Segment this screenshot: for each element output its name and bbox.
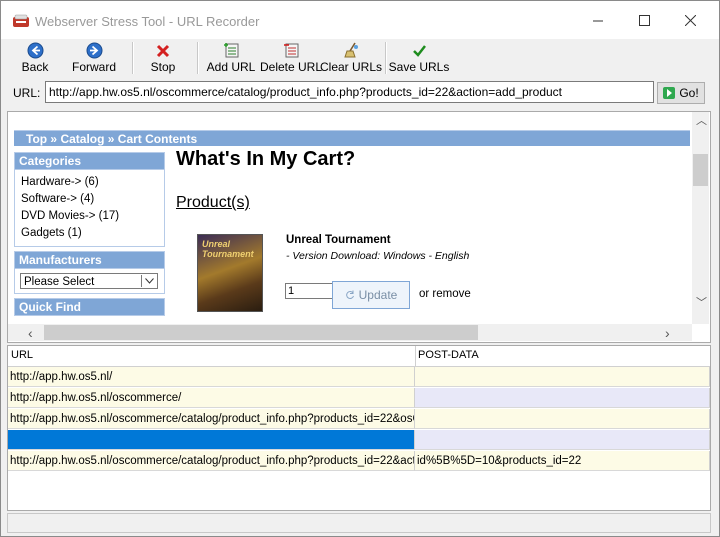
go-label: Go! <box>679 86 699 100</box>
url-cell[interactable] <box>8 430 415 450</box>
save-urls-button[interactable]: Save URLs <box>389 41 449 75</box>
save-urls-label: Save URLs <box>388 60 450 74</box>
column-divider[interactable] <box>415 346 416 366</box>
horizontal-scroll-thumb[interactable] <box>44 325 478 340</box>
post-data-cell[interactable] <box>415 409 710 429</box>
scroll-left-icon[interactable]: ‹ <box>28 325 33 341</box>
toolbar-separator <box>385 42 387 74</box>
url-cell[interactable]: http://app.hw.os5.nl/oscommerce/catalog/… <box>8 451 415 471</box>
address-bar: URL: Go! <box>1 77 719 107</box>
update-label: Update <box>358 288 398 302</box>
vertical-scrollbar[interactable]: ︿ ﹀ <box>692 112 709 324</box>
title-bar: Webserver Stress Tool - URL Recorder <box>1 1 719 39</box>
minimize-button[interactable] <box>575 1 621 39</box>
clear-urls-label: Clear URLs <box>320 60 383 74</box>
url-grid: URL POST-DATA http://app.hw.os5.nl/http:… <box>7 345 711 511</box>
url-label: URL: <box>13 86 41 100</box>
delete-url-label: Delete URL <box>259 60 323 74</box>
maximize-icon <box>638 14 650 26</box>
manufacturers-box: Please Select <box>14 269 165 294</box>
table-row[interactable]: http://app.hw.os5.nl/oscommerce/ <box>8 388 710 408</box>
table-row[interactable]: http://app.hw.os5.nl/oscommerce/catalog/… <box>8 451 710 471</box>
close-button[interactable] <box>667 1 713 39</box>
quick-find-header: Quick Find <box>14 298 165 316</box>
stop-button[interactable]: Stop <box>147 41 179 75</box>
breadcrumb[interactable]: Top » Catalog » Cart Contents <box>14 130 690 146</box>
maximize-button[interactable] <box>621 1 667 39</box>
go-play-icon <box>663 87 676 99</box>
forward-label: Forward <box>71 60 116 74</box>
scroll-down-icon[interactable]: ﹀ <box>696 294 707 310</box>
post-data-cell[interactable] <box>415 430 710 450</box>
back-button[interactable]: Back <box>15 41 55 75</box>
horizontal-scrollbar[interactable]: ‹ › <box>8 324 692 341</box>
url-cell[interactable]: http://app.hw.os5.nl/oscommerce/ <box>8 388 415 408</box>
post-data-cell[interactable] <box>415 388 710 408</box>
forward-button[interactable]: Forward <box>71 41 117 75</box>
browser-pane: Top » Catalog » Cart Contents Categories… <box>7 111 711 343</box>
post-data-cell[interactable] <box>415 367 710 387</box>
product-attribute: - Version Download: Windows - English <box>286 250 470 262</box>
scroll-up-icon[interactable]: ︿ <box>696 112 707 128</box>
url-input[interactable] <box>45 81 654 103</box>
add-url-label: Add URL <box>206 60 256 74</box>
checkmark-icon <box>412 45 426 57</box>
close-icon <box>684 14 696 26</box>
left-column: Categories Hardware-> (6) Software-> (4)… <box>14 152 165 316</box>
url-cell[interactable]: http://app.hw.os5.nl/ <box>8 367 415 387</box>
categories-list: Hardware-> (6) Software-> (4) DVD Movies… <box>14 170 165 247</box>
column-header-post-data[interactable]: POST-DATA <box>418 349 479 361</box>
products-subheading: Product(s) <box>176 194 250 211</box>
window-title: Webserver Stress Tool - URL Recorder <box>35 14 260 29</box>
column-header-url[interactable]: URL <box>11 349 33 361</box>
product-image-text: Unreal Tournament <box>202 239 254 259</box>
url-cell[interactable]: http://app.hw.os5.nl/oscommerce/catalog/… <box>8 409 415 429</box>
stop-label: Stop <box>150 60 176 74</box>
delete-url-button[interactable]: Delete URL <box>259 41 323 75</box>
table-row[interactable]: http://app.hw.os5.nl/oscommerce/catalog/… <box>8 409 710 429</box>
clear-urls-button[interactable]: Clear URLs <box>320 41 383 75</box>
delete-url-icon <box>283 43 298 58</box>
app-icon <box>13 14 29 27</box>
vertical-scroll-thumb[interactable] <box>693 154 708 186</box>
broom-icon <box>343 42 358 58</box>
toolbar-separator <box>197 42 199 74</box>
category-link[interactable]: Gadgets (1) <box>21 225 158 242</box>
manufacturers-select-value: Please Select <box>24 276 95 288</box>
category-link[interactable]: Software-> (4) <box>21 191 158 208</box>
add-url-button[interactable]: Add URL <box>206 41 256 75</box>
toolbar: Back Forward Stop Add URL Delete URL Cle… <box>1 39 719 77</box>
product-image[interactable]: Unreal Tournament <box>197 234 263 312</box>
main-window: Webserver Stress Tool - URL Recorder Bac… <box>0 0 720 537</box>
table-row[interactable]: http://app.hw.os5.nl/ <box>8 367 710 387</box>
toolbar-separator <box>132 42 134 74</box>
status-bar <box>7 513 711 533</box>
web-page: Top » Catalog » Cart Contents Categories… <box>8 112 692 324</box>
update-button[interactable]: Update <box>332 281 410 309</box>
categories-header: Categories <box>14 152 165 170</box>
page-heading: What's In My Cart? <box>176 148 356 170</box>
grid-header: URL POST-DATA <box>8 346 710 367</box>
or-remove-label: or remove <box>419 288 471 300</box>
forward-arrow-icon <box>86 42 102 59</box>
scroll-right-icon[interactable]: › <box>665 325 670 341</box>
back-arrow-icon <box>27 42 43 59</box>
quantity-input[interactable]: 1 <box>285 283 333 299</box>
refresh-icon <box>345 290 354 300</box>
add-url-icon <box>223 43 238 58</box>
category-link[interactable]: DVD Movies-> (17) <box>21 208 158 225</box>
back-label: Back <box>21 60 49 74</box>
table-row[interactable] <box>8 430 710 450</box>
product-name[interactable]: Unreal Tournament <box>286 234 391 246</box>
minimize-icon <box>592 20 603 21</box>
manufacturers-select[interactable]: Please Select <box>20 273 158 289</box>
post-data-cell[interactable]: id%5B%5D=10&products_id=22 <box>415 451 710 471</box>
go-button[interactable]: Go! <box>657 82 705 104</box>
category-link[interactable]: Hardware-> (6) <box>21 174 158 191</box>
chevron-down-icon <box>141 275 156 287</box>
manufacturers-header: Manufacturers <box>14 251 165 269</box>
stop-x-icon <box>156 44 170 57</box>
